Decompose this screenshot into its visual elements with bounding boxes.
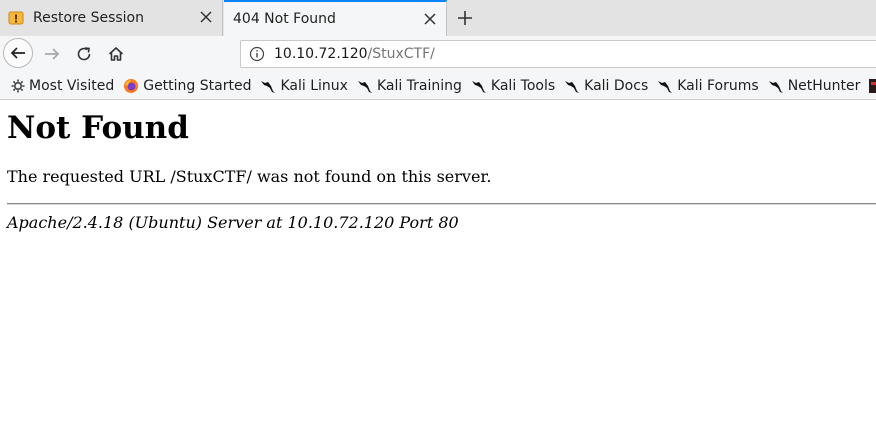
bookmarks-toolbar: Most Visited Getting Started Kali Linux …: [0, 72, 876, 100]
new-tab-button[interactable]: [455, 8, 475, 28]
address-bar[interactable]: 10.10.72.120/StuxCTF/: [240, 40, 876, 68]
kali-dragon-icon: [658, 80, 673, 93]
kali-dragon-icon: [261, 80, 276, 93]
gear-icon: [11, 79, 25, 92]
bookmark-kali-forums[interactable]: Kali Forums: [657, 77, 759, 94]
arrow-left-icon: [10, 47, 25, 59]
bookmark-label: Kali Forums: [677, 77, 759, 94]
arrow-right-icon: [45, 48, 60, 60]
kali-dragon-icon: [357, 80, 372, 93]
url-path: /StuxCTF/: [367, 46, 435, 62]
url-host: 10.10.72.120: [274, 46, 368, 62]
bookmark-overflow[interactable]: [869, 78, 876, 94]
page-title: Not Found: [7, 110, 189, 146]
page-content: Not Found The requested URL /StuxCTF/ wa…: [7, 100, 876, 233]
home-icon: [108, 47, 124, 61]
bookmark-kali-docs[interactable]: Kali Docs: [564, 78, 648, 94]
tab-title: 404 Not Found: [233, 11, 336, 27]
kali-dragon-icon: [768, 80, 783, 93]
forward-button[interactable]: [38, 40, 66, 68]
tab-404-not-found[interactable]: 404 Not Found: [224, 0, 447, 36]
bookmark-kali-tools[interactable]: Kali Tools: [471, 78, 555, 94]
bookmark-nethunter[interactable]: NetHunter: [768, 77, 861, 94]
bookmark-most-visited[interactable]: Most Visited: [11, 78, 114, 94]
bookmark-label: Kali Linux: [280, 77, 348, 94]
reload-button[interactable]: [70, 40, 98, 68]
divider: [7, 203, 876, 205]
back-button[interactable]: [3, 38, 33, 68]
site-info-icon[interactable]: [249, 46, 265, 62]
bookmark-label: Getting Started: [143, 77, 252, 94]
url-text[interactable]: 10.10.72.120/StuxCTF/: [274, 46, 435, 62]
reload-icon: [77, 47, 91, 61]
bookmark-label: Kali Tools: [490, 77, 556, 94]
kali-dragon-icon: [471, 80, 486, 93]
bookmark-label: NetHunter: [787, 77, 861, 94]
close-tab-icon[interactable]: [422, 11, 438, 27]
bookmark-getting-started[interactable]: Getting Started: [123, 78, 251, 94]
bookmark-kali-linux[interactable]: Kali Linux: [260, 77, 348, 94]
tab-title: Restore Session: [33, 10, 144, 26]
home-button[interactable]: [102, 40, 130, 68]
navigation-toolbar: 10.10.72.120/StuxCTF/: [0, 36, 876, 72]
bookmark-label: Kali Docs: [584, 77, 649, 94]
firefox-icon: [124, 78, 139, 93]
bookmark-label: Kali Training: [376, 77, 462, 94]
server-signature: Apache/2.4.18 (Ubuntu) Server at 10.10.7…: [7, 213, 459, 232]
bookmark-favicon-icon: [869, 78, 876, 93]
close-tab-icon[interactable]: [198, 9, 214, 25]
bookmark-label: Most Visited: [29, 77, 115, 94]
kali-dragon-icon: [565, 80, 580, 93]
restore-session-icon: [8, 10, 24, 26]
tab-restore-session[interactable]: Restore Session: [0, 0, 223, 36]
error-message: The requested URL /StuxCTF/ was not foun…: [7, 167, 492, 186]
tab-strip: Restore Session 404 Not Found: [0, 0, 876, 37]
plus-icon: [458, 11, 472, 25]
bookmark-kali-training[interactable]: Kali Training: [357, 78, 462, 94]
